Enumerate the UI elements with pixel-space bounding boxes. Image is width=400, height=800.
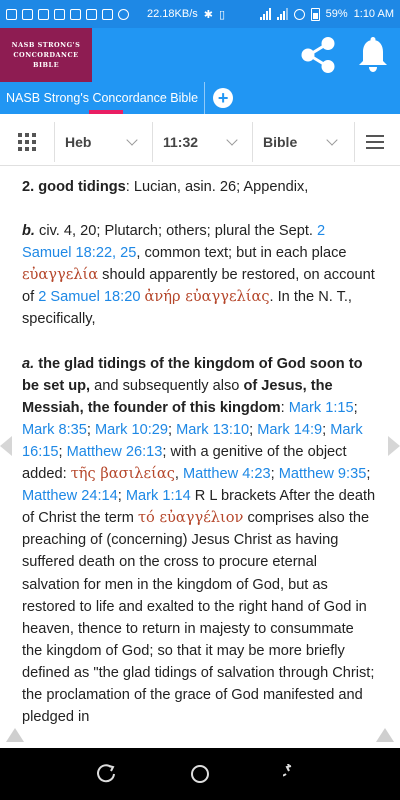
definition-paragraph: 2. good tidings: Lucian, asin. 26; Appen… [22,176,378,198]
vibrate-icon: ▯ [218,8,226,21]
greek-word: τῆς βασιλείας [70,465,175,483]
logo-line: NASB STRONG'S [11,41,81,49]
system-status: 59% 1:10 AM [259,7,394,21]
toolbar: Heb 11:32 Bible [0,118,400,166]
scripture-link[interactable]: Mark 14:9 [257,422,322,438]
app-header: NASB STRONG'S CONCORDANCE BIBLE [0,28,400,82]
logo-line: CONCORDANCE [13,51,79,59]
chevron-down-icon [226,133,238,146]
separator: ; [366,466,371,483]
notification-icons [6,8,129,20]
network-speed: 22.18KB/s ✱ ▯ [147,8,225,21]
screen: 22.18KB/s ✱ ▯ 59% 1:10 AM NASB STRONG'S … [0,0,400,800]
scripture-link[interactable]: Mark 13:10 [176,422,249,438]
separator: ; [353,399,358,416]
scripture-link[interactable]: Mark 8:35 [22,422,87,438]
gmail-icon [22,8,33,20]
notification-icon [86,8,97,20]
scripture-link[interactable]: Matthew 24:14 [22,488,118,504]
lock-icon [70,8,81,20]
bluetooth-icon: ✱ [203,8,213,21]
signal-icon [259,8,271,20]
separator: ; [86,421,95,438]
recent-apps-button[interactable] [96,763,118,785]
scripture-link[interactable]: Mark 10:29 [95,422,168,438]
separator: , [174,466,183,483]
menu-line [365,140,384,143]
greek-word: ἀνήρ εὐαγγελίας [144,288,270,306]
tab-bar: NASB Strong's Concordance Bible + [0,82,400,114]
sense-number: 2. [22,179,35,195]
scripture-link[interactable]: Mark 1:15 [289,400,354,416]
grid-icon [18,132,36,151]
separator: ; [168,421,177,438]
home-button[interactable] [189,763,211,785]
add-tab-button[interactable]: + [213,88,234,108]
home-icon [190,765,209,783]
chevron-down-icon [326,133,338,146]
menu-line [365,146,384,149]
bell-icon[interactable] [354,36,392,74]
scripture-link[interactable]: Matthew 9:35 [279,466,367,482]
reference-value: 11:32 [163,133,199,150]
grid-menu-button[interactable] [6,122,48,162]
clock: 1:10 AM [353,8,394,20]
back-icon [283,764,292,777]
separator: ; [270,466,279,483]
previous-page-arrow[interactable] [0,436,12,456]
source-dropdown[interactable]: Bible [252,121,346,162]
chevron-down-icon [126,133,138,146]
back-button[interactable] [282,763,304,785]
alarm-icon [118,8,129,20]
sense-label: a. [22,355,35,372]
data-saver-icon [293,8,305,20]
image-icon [102,8,113,20]
language-dropdown[interactable]: Heb [54,121,146,162]
sense-heading: good tidings [38,179,126,195]
reference-dropdown[interactable]: 11:32 [152,121,246,162]
definition-text: civ. 4, 20; Plutarch; others; plural the… [34,223,318,240]
separator: ; [58,443,67,460]
signal-icon [276,8,288,20]
definition-paragraph: a. the glad tidings of the kingdom of Go… [22,353,378,729]
next-page-arrow[interactable] [388,436,400,456]
app-logo: NASB STRONG'S CONCORDANCE BIBLE [0,28,92,82]
battery-percent: 59% [325,8,348,20]
gmail-icon [38,8,49,20]
definition-text: : [280,399,289,416]
network-speed-text: 22.18KB/s [147,8,198,20]
sense-label: b. [22,223,35,240]
active-tab-indicator [89,110,123,114]
definition-text: and subsequently also [90,377,244,394]
definition-paragraph: b. civ. 4, 20; Plutarch; others; plural … [22,220,378,330]
scripture-link[interactable]: Matthew 26:13 [67,444,163,460]
source-value: Bible [263,133,298,150]
tab-label: NASB Strong's Concordance Bible [6,91,199,105]
scroll-up-arrow[interactable] [376,728,394,742]
scroll-up-arrow[interactable] [6,728,24,742]
system-navigation-bar [0,748,400,800]
separator: ; [117,488,126,505]
status-bar: 22.18KB/s ✱ ▯ 59% 1:10 AM [0,0,400,28]
definition-text: comprises also the preaching of (concern… [22,510,375,726]
battery-icon [310,7,320,21]
hamburger-menu-button[interactable] [354,121,394,162]
greek-word: εὐαγγελία [22,266,99,284]
scripture-link[interactable]: 2 Samuel 18:20 [38,289,140,305]
greek-word: τό εὐαγγέλιον [137,509,244,527]
scripture-link[interactable]: Mark 1:14 [126,488,191,504]
gmail-icon [54,8,65,20]
language-value: Heb [65,133,92,150]
message-icon [6,8,17,20]
definition-text: : Lucian, asin. 26; Appendix, [125,179,309,195]
lexicon-content: 2. good tidings: Lucian, asin. 26; Appen… [22,176,378,746]
menu-line [365,134,384,137]
logo-line: BIBLE [32,61,60,69]
recent-apps-icon [96,764,115,783]
plus-icon: + [217,88,229,108]
definition-text: , common text; but in each place [136,245,347,262]
scripture-link[interactable]: Matthew 4:23 [183,466,271,482]
share-icon[interactable] [298,36,338,74]
